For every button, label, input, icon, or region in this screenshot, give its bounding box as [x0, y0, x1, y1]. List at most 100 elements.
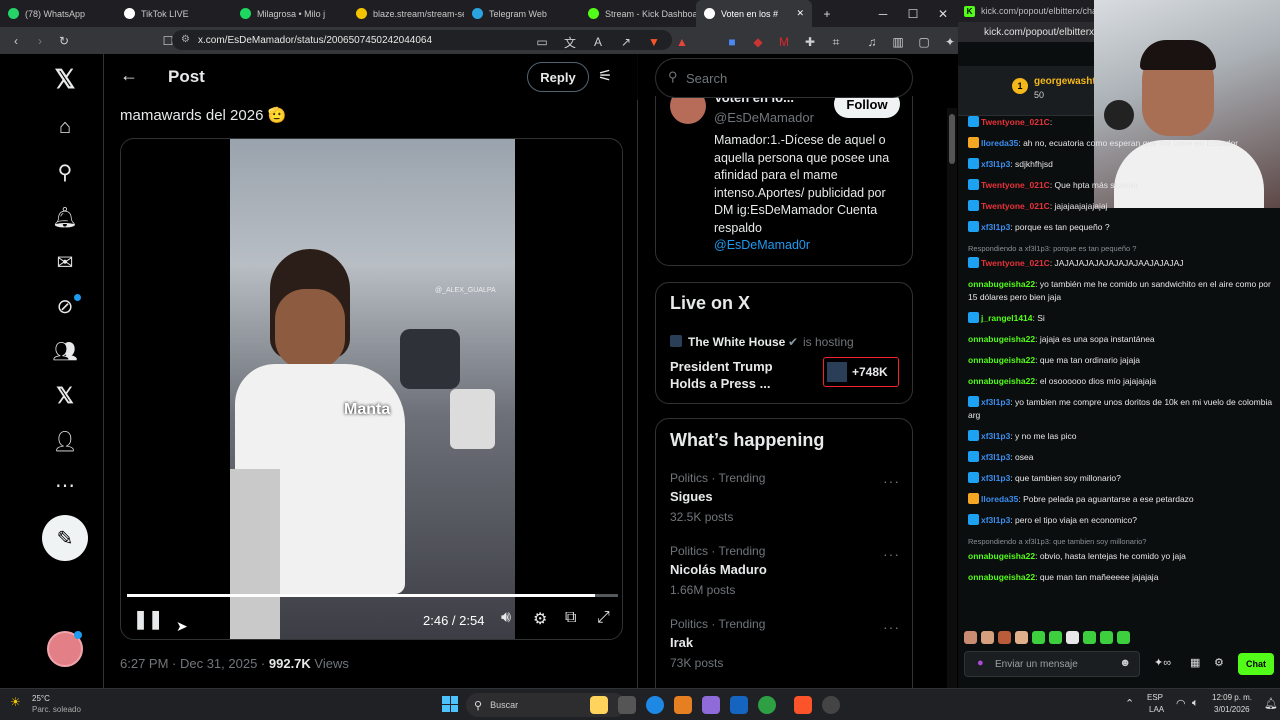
- video-progress-bar[interactable]: [127, 594, 618, 597]
- site-info-icon[interactable]: ⚙: [181, 34, 190, 45]
- back-icon[interactable]: ‹: [4, 29, 28, 53]
- video-player[interactable]: @_ALEX_GUALPA Manta ❚❚ 2:46 / 2:54 🔊︎ ⚙ …: [120, 138, 623, 640]
- chat-username[interactable]: xf3l1p3: [981, 473, 1010, 483]
- task-view-icon[interactable]: [618, 696, 636, 714]
- pause-icon[interactable]: ❚❚: [133, 609, 163, 630]
- browser-tab[interactable]: (78) WhatsApp: [0, 0, 116, 27]
- chat-username[interactable]: onnabugeisha22: [968, 551, 1035, 561]
- pinned-user[interactable]: georgewasht: [1034, 76, 1096, 87]
- live-listeners-badge[interactable]: +748K: [823, 357, 899, 387]
- chat-message[interactable]: xf3l1p3: osea: [968, 451, 1274, 464]
- minimize-icon[interactable]: ─: [868, 0, 898, 27]
- wifi-icon[interactable]: ◠: [1176, 697, 1186, 710]
- file-explorer-icon[interactable]: [590, 696, 608, 714]
- volume-icon[interactable]: 🔊︎: [501, 609, 511, 627]
- reply-button[interactable]: Reply: [527, 62, 589, 92]
- trend-item[interactable]: Politics · Trending Irak 73K posts ···: [670, 617, 900, 670]
- chat-username[interactable]: xf3l1p3: [981, 159, 1010, 169]
- spotify-icon[interactable]: [758, 696, 776, 714]
- chat-message[interactable]: xf3l1p3: yo tambien me compre unos dorit…: [968, 396, 1274, 422]
- scroll-thumb[interactable]: [949, 114, 955, 164]
- translate-extension-icon[interactable]: ■: [720, 30, 744, 54]
- chat-message[interactable]: onnabugeisha22: jajaja es una sopa insta…: [968, 333, 1274, 346]
- chat-message[interactable]: xf3l1p3: pero el tipo viaja en economico…: [968, 514, 1274, 527]
- emote-icon[interactable]: [1083, 630, 1096, 644]
- emote-icon[interactable]: [998, 630, 1011, 644]
- page-scrollbar[interactable]: [947, 108, 957, 688]
- back-arrow-icon[interactable]: ←: [120, 65, 138, 86]
- chat-message[interactable]: xf3l1p3: porque es tan pequeño ?: [968, 221, 1274, 234]
- chat-username[interactable]: onnabugeisha22: [968, 355, 1035, 365]
- chat-username[interactable]: Twentyone_021C: [981, 258, 1050, 268]
- translate-icon[interactable]: 文: [558, 30, 582, 54]
- explore-search-icon[interactable]: ⚲: [50, 157, 80, 187]
- emote-icon[interactable]: [1049, 630, 1062, 644]
- weather-temp[interactable]: 25°C: [32, 694, 50, 703]
- chat-message[interactable]: lloreda35: ah no, ecuatoria como esperan…: [968, 137, 1274, 150]
- profile-bio-link[interactable]: @EsDeMamad0r: [714, 237, 904, 255]
- copilot-icon[interactable]: [702, 696, 720, 714]
- chat-username[interactable]: xf3l1p3: [981, 222, 1010, 232]
- read-aloud-icon[interactable]: A: [586, 30, 610, 54]
- notification-bell-icon[interactable]: 🔔︎: [1264, 697, 1278, 710]
- speaker-icon[interactable]: 🔈︎: [1192, 697, 1199, 710]
- home-icon[interactable]: ⌂: [50, 112, 80, 142]
- forward-icon[interactable]: ›: [28, 29, 52, 53]
- chat-message[interactable]: onnabugeisha22: el osoooooo dios mío jaj…: [968, 375, 1274, 388]
- screenshot-icon[interactable]: ⌗: [824, 30, 848, 54]
- trend-more-icon[interactable]: ···: [883, 619, 900, 635]
- chat-input[interactable]: ● Enviar un mensaje ☻: [964, 651, 1140, 677]
- profile-icon[interactable]: 👤︎: [50, 426, 80, 456]
- search-box[interactable]: ⚲ Search: [655, 58, 913, 98]
- chat-username[interactable]: onnabugeisha22: [968, 334, 1035, 344]
- emote-icon[interactable]: [1015, 630, 1028, 644]
- share-icon[interactable]: ↗: [614, 30, 638, 54]
- chat-username[interactable]: Twentyone_021C: [981, 201, 1050, 211]
- tray-chevron-icon[interactable]: ⌃: [1125, 697, 1134, 710]
- maximize-icon[interactable]: ☐: [898, 0, 928, 27]
- browser-tab[interactable]: Voten en los # ✕: [696, 0, 812, 27]
- chat-message[interactable]: Twentyone_021C:: [968, 116, 1274, 129]
- mega-icon[interactable]: M: [772, 30, 796, 54]
- close-tab-icon[interactable]: ✕: [796, 8, 804, 19]
- emote-icon[interactable]: [981, 630, 994, 644]
- chat-message[interactable]: lloreda35: Pobre pelada pa aguantarse a …: [968, 493, 1274, 506]
- notifications-icon[interactable]: 🔔︎: [50, 202, 80, 232]
- chat-username[interactable]: j_rangel1414: [981, 313, 1033, 323]
- chat-message[interactable]: xf3l1p3: que tambien soy millonario?: [968, 472, 1274, 485]
- close-window-icon[interactable]: ✕: [928, 0, 958, 27]
- trend-more-icon[interactable]: ···: [883, 546, 900, 562]
- clock-time[interactable]: 12:09 p. m.: [1212, 693, 1252, 702]
- settings-icon[interactable]: ⚙: [533, 609, 547, 629]
- chat-username[interactable]: onnabugeisha22: [968, 279, 1035, 289]
- sidebar-icon[interactable]: ▥: [886, 30, 910, 54]
- x-logo-icon[interactable]: 𝕏: [50, 64, 80, 94]
- office-icon[interactable]: [674, 696, 692, 714]
- chat-username[interactable]: lloreda35: [981, 494, 1018, 504]
- emote-icon[interactable]: [1032, 630, 1045, 644]
- trend-item[interactable]: Politics · Trending Sigues 32.5K posts ···: [670, 471, 900, 524]
- chat-message[interactable]: xf3l1p3: y no me las pico: [968, 430, 1274, 443]
- chat-message[interactable]: onnabugeisha22: que man tan mañeeeee jaj…: [968, 571, 1274, 584]
- chat-message[interactable]: Twentyone_021C: jajajaajajajajaj: [968, 200, 1274, 213]
- browser-tab[interactable]: Telegram Web: [464, 0, 580, 27]
- chat-message[interactable]: onnabugeisha22: que ma tan ordinario jaj…: [968, 354, 1274, 367]
- puzzle-icon[interactable]: ✚: [798, 30, 822, 54]
- store-app-icon[interactable]: [730, 696, 748, 714]
- chat-username[interactable]: Twentyone_021C: [981, 117, 1050, 127]
- cast-icon[interactable]: ▭: [530, 30, 554, 54]
- live-host[interactable]: The White House: [688, 335, 785, 349]
- chat-message[interactable]: Respondiendo a xf3l1p3: porque es tan pe…: [968, 242, 1274, 270]
- obs-icon[interactable]: [822, 696, 840, 714]
- chat-message[interactable]: j_rangel1414: Si: [968, 312, 1274, 325]
- search-input[interactable]: Search: [686, 71, 727, 86]
- live-title[interactable]: President Trump Holds a Press ...: [670, 358, 810, 392]
- chat-username[interactable]: xf3l1p3: [981, 431, 1010, 441]
- chat-username[interactable]: xf3l1p3: [981, 452, 1010, 462]
- compose-post-button[interactable]: ✎: [42, 515, 88, 561]
- emoji-icon[interactable]: ☻: [1119, 657, 1131, 669]
- points-icon[interactable]: ✦∞: [1154, 656, 1171, 669]
- chat-username[interactable]: Twentyone_021C: [981, 180, 1050, 190]
- emote-icon[interactable]: [1100, 630, 1113, 644]
- music-icon[interactable]: ♫: [860, 30, 884, 54]
